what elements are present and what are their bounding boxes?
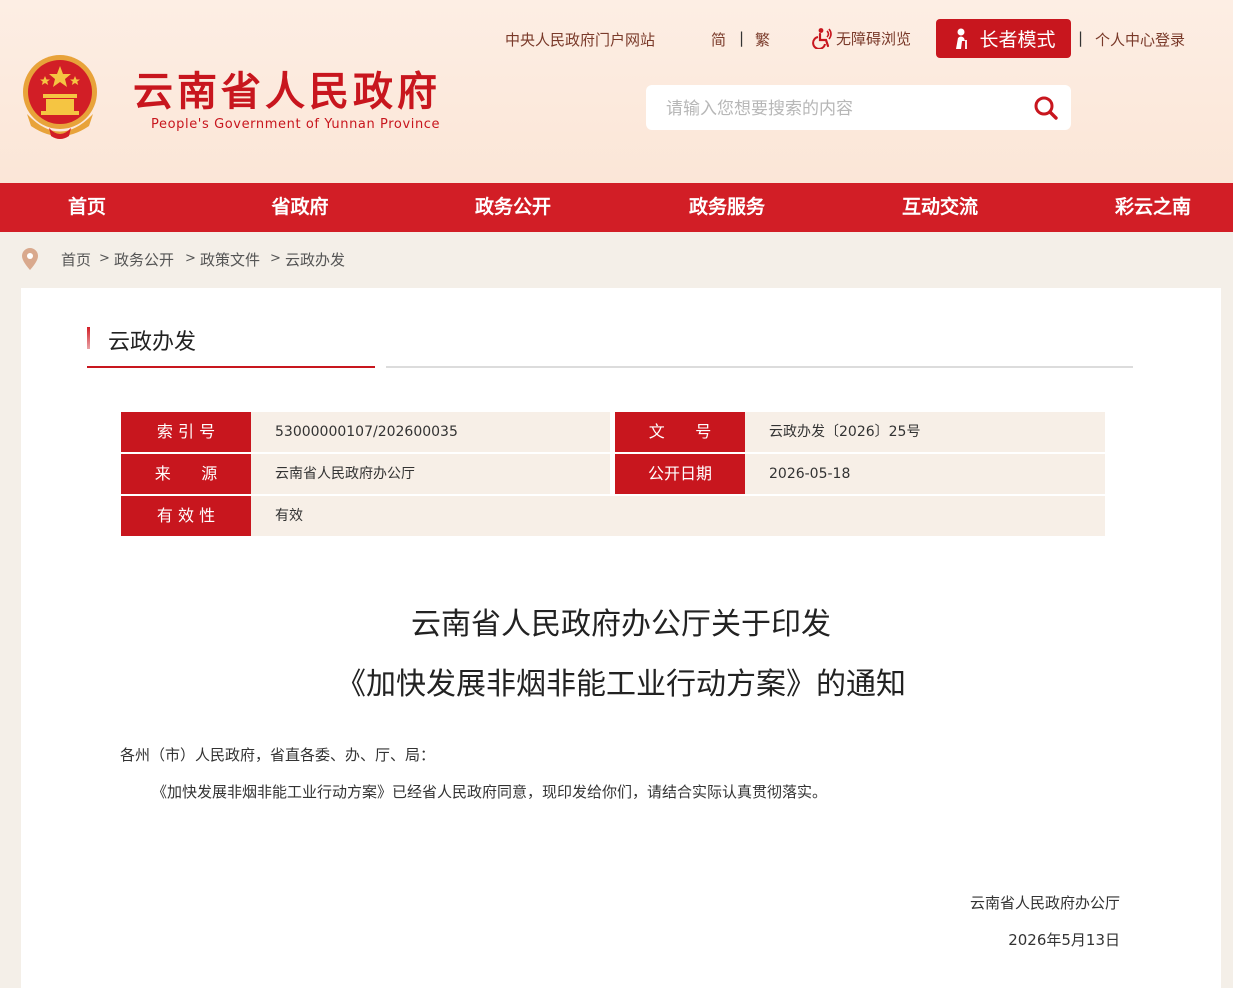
breadcrumb-separator: > [99,251,110,266]
meta-validity-label: 有 效 性 [121,496,251,536]
column-title-bar [87,327,90,349]
traditional-chinese-link[interactable]: 繁 [755,29,770,50]
meta-validity-value: 有效 [275,508,303,524]
document-paragraph: 《加快发展非烟非能工业行动方案》已经省人民政府同意，现印发给你们，请结合实际认真… [152,783,828,801]
site-header: 云南省人民政府 People's Government of Yunnan Pr… [0,0,1233,183]
document-title-line1: 云南省人民政府办公厅关于印发 [411,607,831,642]
column-title: 云政办发 [108,330,197,355]
meta-index-row: 索 引 号 53000000107/202600035 [121,412,610,452]
meta-source-label: 来 源 [121,454,251,494]
site-subtitle: People's Government of Yunnan Province [151,117,441,132]
search-icon[interactable] [1033,95,1059,121]
nav-item-interaction[interactable]: 互动交流 [902,183,978,232]
breadcrumb-policy-files[interactable]: 政策文件 [200,249,260,270]
accessibility-label: 无障碍浏览 [836,29,912,48]
nav-item-colorful-yunnan[interactable]: 彩云之南 [1115,183,1191,232]
meta-source-value: 云南省人民政府办公厅 [275,466,415,482]
elder-icon [956,28,968,49]
nav-item-government-affairs[interactable]: 政务公开 [475,183,551,232]
nav-item-provincial-government[interactable]: 省政府 [271,183,328,232]
meta-doc-no-value: 云政办发〔2026〕25号 [769,424,921,440]
divider: | [739,29,745,47]
meta-date-row: 公开日期 2026-05-18 [615,454,1105,494]
central-portal-link[interactable]: 中央人民政府门户网站 [505,29,655,50]
elder-mode-button[interactable]: 长者模式 [936,19,1071,58]
document-sign-date: 2026年5月13日 [1008,931,1120,949]
elder-mode-label: 长者模式 [979,29,1056,51]
breadcrumb-government-affairs[interactable]: 政务公开 [114,249,174,270]
document-title-line2: 《加快发展非烟非能工业行动方案》的通知 [336,667,906,702]
breadcrumb-current[interactable]: 云政办发 [285,249,345,270]
location-pin-icon [22,248,38,270]
national-emblem-icon[interactable] [19,54,101,140]
meta-source-row: 来 源 云南省人民政府办公厅 [121,454,610,494]
document-salutation: 各州（市）人民政府，省直各委、办、厅、局： [120,746,436,764]
main-nav: 首页 省政府 政务公开 政务服务 互动交流 彩云之南 [0,183,1233,232]
meta-doc-no-row: 文 号 云政办发〔2026〕25号 [615,412,1105,452]
breadcrumb-home[interactable]: 首页 [61,249,91,270]
document-signer: 云南省人民政府办公厅 [969,894,1120,912]
meta-validity-row: 有 效 性 有效 [121,496,1105,536]
accessibility-link[interactable]: 无障碍浏览 [812,27,911,49]
search-input[interactable] [664,85,1008,132]
search-box [646,85,1071,132]
meta-doc-no-label: 文 号 [615,412,745,452]
breadcrumb-separator: > [185,251,196,266]
simplified-chinese-link[interactable]: 简 [711,29,726,50]
nav-item-home[interactable]: 首页 [68,183,106,232]
nav-item-government-services[interactable]: 政务服务 [689,183,765,232]
accessibility-icon [812,28,832,49]
column-divider [386,366,1133,368]
breadcrumb-separator: > [270,251,281,266]
personal-center-login-link[interactable]: 个人中心登录 [1095,29,1185,50]
breadcrumb: 首页 > 政务公开 > 政策文件 > 云政办发 [0,232,1233,288]
meta-index-label: 索 引 号 [121,412,251,452]
article-panel: 云政办发 索 引 号 53000000107/202600035 文 号 云政办… [21,288,1221,988]
site-title[interactable]: 云南省人民政府 [133,69,441,115]
meta-date-value: 2026-05-18 [769,466,851,482]
meta-date-label: 公开日期 [615,454,745,494]
column-underline [87,366,375,368]
meta-index-value: 53000000107/202600035 [275,424,458,440]
divider: | [1078,29,1084,47]
